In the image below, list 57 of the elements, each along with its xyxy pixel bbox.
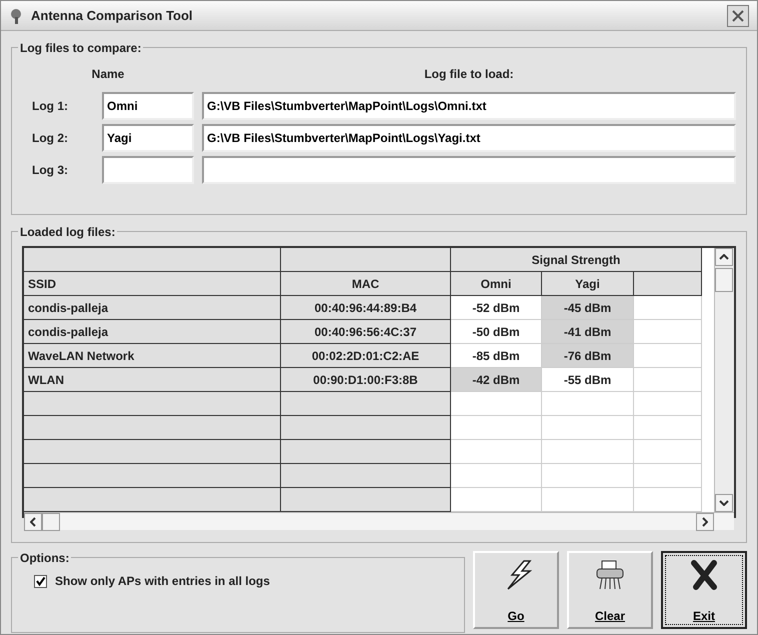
column-header: SSID [24,272,281,296]
close-icon [732,10,744,22]
file-path-field[interactable]: G:\VB Files\Stumbverter\MapPoint\Logs\Yagi.txt [202,124,736,152]
column-heading: Name [92,66,124,83]
table-cell: -52 dBm [451,296,542,320]
scroll-thumb[interactable] [42,513,60,531]
checkbox[interactable] [34,574,47,588]
scroll-down-button[interactable] [715,494,733,512]
log-label: Log 1: [31,98,69,115]
table-cell: 00:40:96:56:4C:37 [281,320,451,344]
table-cell [634,344,702,368]
table-cell [634,392,702,416]
table-cell: 00:90:D1:00:F3:8B [281,368,451,392]
table-cell: -76 dBm [542,344,634,368]
file-path-field[interactable] [202,156,736,184]
x-icon [688,559,720,591]
table-cell [634,296,702,320]
table-cell: WaveLAN Network [24,344,281,368]
table-cell: -55 dBm [542,368,634,392]
scroll-thumb[interactable] [715,268,733,292]
table-cell [634,416,702,440]
column-heading: Log file to load: [424,66,514,83]
table-cell: condis-palleja [24,296,281,320]
table-cell: 00:02:2D:01:C2:AE [281,344,451,368]
clear-button[interactable]: Clear [567,551,653,629]
shredder-icon [594,559,626,591]
exit-button[interactable]: Exit [661,551,747,629]
log-label: Log 3: [31,162,69,179]
name-field[interactable]: Omni [102,92,194,120]
table-cell: WLAN [24,368,281,392]
window-title: Antenna Comparison Tool [31,6,194,25]
table-cell: -41 dBm [542,320,634,344]
column-header: Yagi [542,272,634,296]
scroll-right-button[interactable] [696,513,714,531]
table-cell: 00:40:96:44:89:B4 [281,296,451,320]
go-button[interactable]: Go [473,551,559,629]
table-cell [634,464,702,488]
name-field[interactable]: Yagi [102,124,194,152]
scroll-left-button[interactable] [24,513,42,531]
table-cell [634,320,702,344]
group-header: Signal Strength [451,248,702,272]
file-path-field[interactable]: G:\VB Files\Stumbverter\MapPoint\Logs\Omni.txt [202,92,736,120]
table-cell: -50 dBm [451,320,542,344]
table-cell: -42 dBm [451,368,542,392]
checkbox-label: Show only APs with entries in all logs [55,573,270,590]
table-cell: -85 dBm [451,344,542,368]
table-cell: condis-palleja [24,320,281,344]
name-field[interactable] [102,156,194,184]
table-cell [634,440,702,464]
column-header: MAC [281,272,451,296]
close-button[interactable] [727,4,749,26]
table-cell [634,368,702,392]
log-label: Log 2: [31,130,69,147]
header-cell [634,272,702,296]
scroll-up-button[interactable] [715,248,733,266]
table-cell: -45 dBm [542,296,634,320]
column-header: Omni [451,272,542,296]
